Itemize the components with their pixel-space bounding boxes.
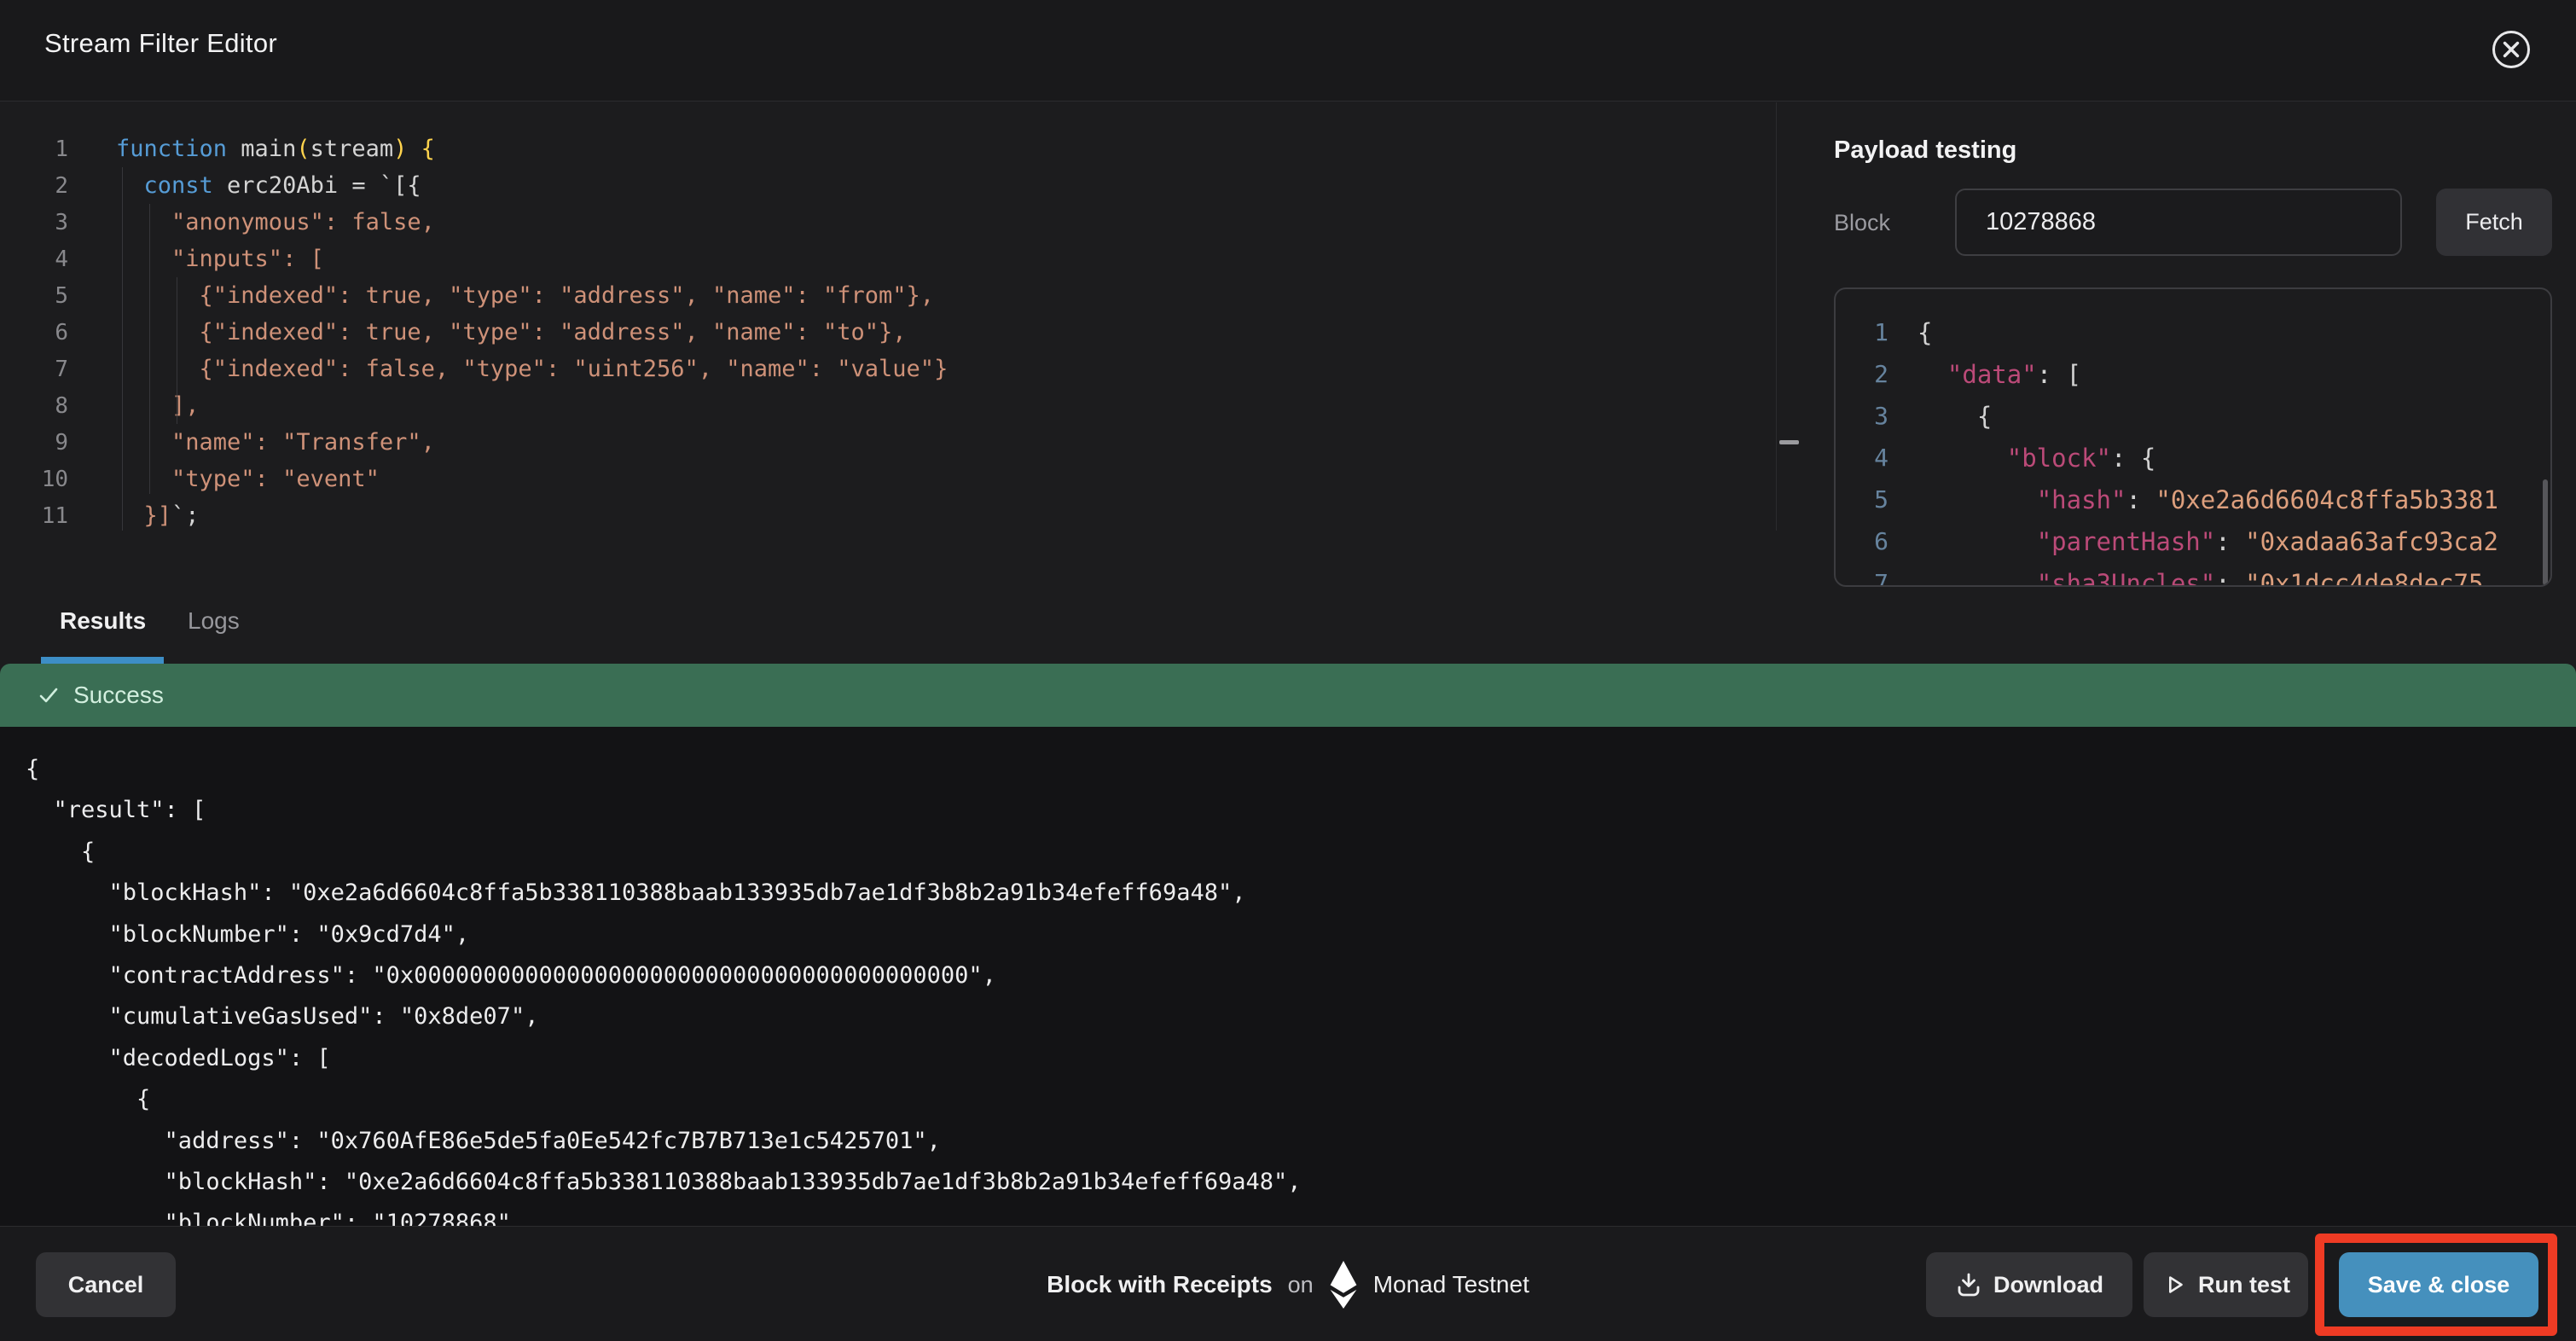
fetch-button[interactable]: Fetch [2436, 189, 2552, 256]
code-line: 7 {"indexed": false, "type": "uint256", … [0, 351, 1776, 387]
block-input[interactable] [1955, 189, 2402, 256]
line-number: 7 [1836, 569, 1888, 587]
indent-guide [122, 167, 123, 531]
stream-filter-editor-modal: Stream Filter Editor 1function main(stre… [0, 0, 2576, 1341]
line-number: 4 [1836, 444, 1888, 472]
code-line: 6 "parentHash": "0xadaa63afc93ca2 [1836, 520, 2550, 562]
download-label: Download [1993, 1272, 2103, 1298]
code-line: 2 "data": [ [1836, 353, 2550, 395]
status-banner: Success [0, 664, 2576, 727]
line-number: 5 [0, 283, 68, 309]
block-label: Block [1834, 210, 1890, 236]
code-line: 1function main(stream) { [0, 131, 1776, 167]
close-icon [2491, 60, 2532, 73]
line-number: 1 [1836, 318, 1888, 346]
results-panel[interactable]: { "result": [ { "blockHash": "0xe2a6d660… [0, 727, 2576, 1226]
download-button[interactable]: Download [1926, 1252, 2132, 1317]
line-number: 11 [0, 503, 68, 529]
code-line: 2 const erc20Abi = `[{ [0, 167, 1776, 204]
code-line: 5 "hash": "0xe2a6d6604c8ffa5b3381 [1836, 479, 2550, 520]
editor-scrollbar-track [1776, 102, 1777, 531]
code-line: 4 "block": { [1836, 437, 2550, 479]
code-line: 8 ], [0, 387, 1776, 424]
payload-preview[interactable]: 1{2 "data": [3 {4 "block": {5 "hash": "0… [1834, 287, 2552, 587]
indent-guide [149, 204, 150, 494]
play-icon [2161, 1272, 2187, 1297]
line-number: 3 [1836, 402, 1888, 430]
line-number: 4 [0, 247, 68, 272]
run-test-label: Run test [2198, 1272, 2290, 1298]
tab-logs[interactable]: Logs [188, 607, 240, 635]
close-button[interactable] [2491, 29, 2532, 70]
code-line: 3 { [1836, 395, 2550, 437]
save-close-button[interactable]: Save & close [2339, 1252, 2538, 1317]
tab-results[interactable]: Results [60, 607, 146, 635]
editor-scrollbar-indicator[interactable] [1779, 440, 1799, 444]
code-line: 10 "type": "event" [0, 461, 1776, 497]
check-icon [36, 682, 61, 708]
page-title: Stream Filter Editor [44, 28, 277, 59]
line-number: 3 [0, 210, 68, 235]
active-tab-indicator [41, 657, 164, 664]
code-line: 6 {"indexed": true, "type": "address", "… [0, 314, 1776, 351]
payload-testing-heading: Payload testing [1834, 136, 2016, 165]
code-line: 1{ [1836, 311, 2550, 353]
download-icon [1955, 1271, 1982, 1298]
code-line: 9 "name": "Transfer", [0, 424, 1776, 461]
scrollbar-thumb[interactable] [2543, 479, 2548, 585]
code-line: 5 {"indexed": true, "type": "address", "… [0, 277, 1776, 314]
modal-header: Stream Filter Editor [0, 0, 2576, 102]
line-number: 6 [0, 320, 68, 345]
filter-code-editor[interactable]: 1function main(stream) {2 const erc20Abi… [0, 102, 1776, 531]
results-json: { "result": [ { "blockHash": "0xe2a6d660… [0, 727, 2576, 1226]
line-number: 2 [0, 173, 68, 199]
code-line: 4 "inputs": [ [0, 241, 1776, 277]
line-number: 2 [1836, 360, 1888, 388]
cancel-button[interactable]: Cancel [36, 1252, 176, 1317]
line-number: 1 [0, 136, 68, 162]
line-number: 6 [1836, 527, 1888, 555]
line-number: 10 [0, 467, 68, 492]
line-number: 8 [0, 393, 68, 419]
code-line: 3 "anonymous": false, [0, 204, 1776, 241]
line-number: 7 [0, 357, 68, 382]
run-test-button[interactable]: Run test [2144, 1252, 2308, 1317]
code-line: 11 }]`; [0, 497, 1776, 534]
status-label: Success [73, 682, 164, 709]
code-line: 7 "sha3Uncles": "0x1dcc4de8dec75 [1836, 562, 2550, 587]
line-number: 9 [0, 430, 68, 456]
line-number: 5 [1836, 485, 1888, 514]
